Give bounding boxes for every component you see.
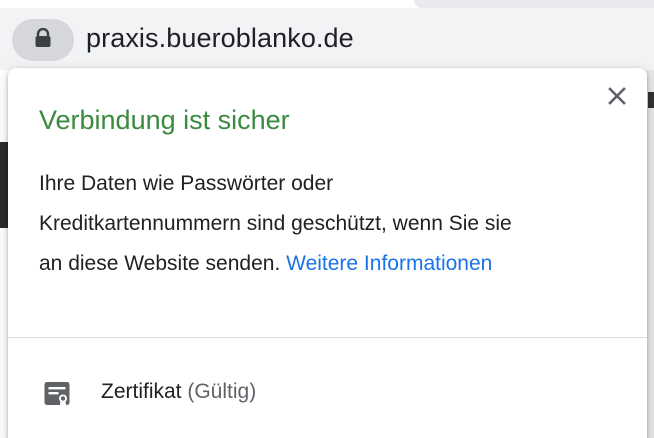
page-background-mark [648,92,654,108]
popup-title: Verbindung ist sicher [39,105,290,135]
divider [8,337,647,338]
site-security-popup: Verbindung ist sicher Ihre Daten wie Pas… [8,68,647,438]
page-background-strip [646,70,654,438]
address-bar[interactable]: praxis.bueroblanko.de [0,8,654,70]
site-info-button[interactable] [12,19,74,61]
lock-icon [34,27,52,53]
more-info-link[interactable]: Weitere Informationen [286,252,492,275]
tab-strip-edge [414,0,654,8]
popup-description: Ihre Daten wie Passwörter oder Kreditkar… [39,164,629,284]
url-text[interactable]: praxis.bueroblanko.de [86,23,354,54]
description-line-3: an diese Website senden. Weitere Informa… [39,244,629,284]
certificate-icon [43,380,71,408]
description-line-1: Ihre Daten wie Passwörter oder [39,172,334,195]
certificate-title: Zertifikat [101,380,182,403]
close-button[interactable] [603,84,631,112]
description-line-3-text: an diese Website senden. [39,252,281,275]
description-line-2: Kreditkartennummern sind geschützt, wenn… [39,212,512,235]
close-icon [607,86,627,111]
browser-window: praxis.bueroblanko.de Verbindung ist sic… [0,0,654,438]
certificate-label: Zertifikat (Gültig) [101,380,256,404]
certificate-status: (Gültig) [187,380,257,403]
certificate-row[interactable]: Zertifikat (Gültig) [8,368,647,418]
